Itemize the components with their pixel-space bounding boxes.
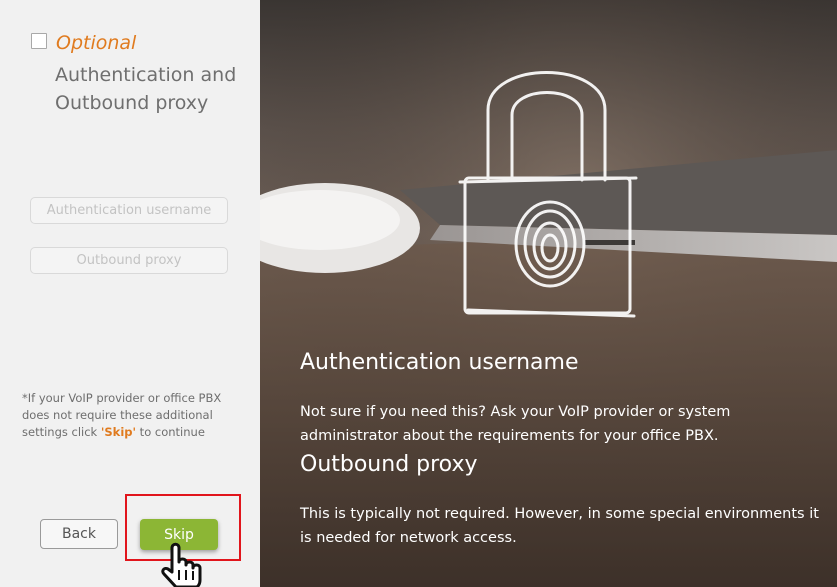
optional-checkbox[interactable] [31, 33, 47, 49]
skip-note: *If your VoIP provider or office PBX doe… [22, 390, 232, 441]
proxy-info-title: Outbound proxy [300, 452, 478, 477]
section-title: Authentication and Outbound proxy [55, 64, 237, 114]
auth-info-title: Authentication username [300, 350, 579, 375]
outbound-proxy-input[interactable] [30, 247, 228, 274]
note-text-after: to continue [136, 425, 205, 439]
auth-info-text: Not sure if you need this? Ask your VoIP… [300, 404, 731, 444]
right-panel: Authentication username Not sure if you … [260, 0, 837, 587]
left-panel: Optional Authentication and Outbound pro… [0, 0, 260, 587]
background-photo [260, 0, 837, 587]
auth-username-input[interactable] [30, 197, 228, 224]
back-button[interactable]: Back [40, 519, 118, 549]
hand-pointer-icon [161, 542, 202, 587]
proxy-info-text: This is typically not required. However,… [300, 506, 819, 546]
note-skip-reference: 'Skip' [100, 425, 137, 439]
optional-label: Optional [56, 32, 137, 54]
